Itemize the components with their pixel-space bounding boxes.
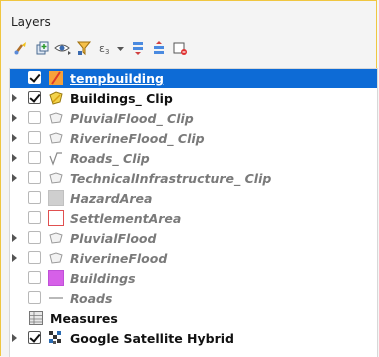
layer-row-buildings-clip[interactable]: Buildings_ Clip — [10, 89, 377, 108]
polygon-icon — [48, 130, 64, 146]
linestring-icon — [48, 150, 64, 166]
layer-visibility-checkbox[interactable] — [28, 151, 41, 164]
polygon-icon — [48, 110, 64, 126]
layer-visibility-checkbox[interactable] — [28, 211, 41, 224]
layer-visibility-checkbox[interactable] — [28, 291, 41, 304]
magenta-fill-icon — [48, 270, 64, 286]
layer-visibility-checkbox[interactable] — [28, 191, 41, 204]
layer-label: Roads_ Clip — [70, 151, 150, 166]
gray-fill-icon — [48, 190, 64, 206]
expand-arrow-icon[interactable] — [12, 94, 17, 102]
layer-visibility-checkbox[interactable] — [28, 111, 41, 124]
layer-visibility-checkbox[interactable] — [28, 251, 41, 264]
svg-text:3: 3 — [105, 48, 109, 56]
style-manager-icon[interactable] — [11, 38, 31, 58]
red-outline-icon — [48, 210, 64, 226]
layer-visibility-checkbox[interactable] — [28, 331, 41, 344]
layer-label: HazardArea — [70, 191, 153, 206]
layer-row-roads[interactable]: Roads — [10, 289, 377, 308]
layer-label: tempbuilding — [70, 71, 164, 86]
layer-visibility-checkbox[interactable] — [28, 271, 41, 284]
layer-label: Measures — [50, 311, 118, 326]
layer-visibility-checkbox[interactable] — [28, 131, 41, 144]
add-group-icon[interactable] — [32, 38, 52, 58]
collapse-all-icon[interactable] — [149, 38, 169, 58]
polygon-icon — [48, 90, 64, 106]
layer-label: TechnicalInfrastructure_ Clip — [70, 171, 272, 186]
layer-row-riverineflood[interactable]: RiverineFlood — [10, 249, 377, 268]
layer-row-google-satellite-hybrid[interactable]: Google Satellite Hybrid — [10, 329, 377, 348]
filter-legend-icon[interactable] — [74, 38, 94, 58]
expand-arrow-icon[interactable] — [12, 174, 17, 182]
expand-arrow-icon[interactable] — [12, 254, 17, 262]
chevron-down-icon[interactable] — [116, 38, 125, 58]
layer-label: RiverineFlood — [70, 251, 168, 266]
layer-label: Roads — [70, 291, 113, 306]
line-icon — [48, 70, 64, 86]
layer-row-riverineflood-clip[interactable]: RiverineFlood_ Clip — [10, 129, 377, 148]
expand-all-icon[interactable] — [128, 38, 148, 58]
layer-visibility-checkbox[interactable] — [28, 91, 41, 104]
raster-icon — [48, 330, 64, 346]
layer-row-buildings[interactable]: Buildings — [10, 269, 377, 288]
expand-arrow-icon[interactable] — [12, 334, 17, 342]
layer-row-pluvialflood-clip[interactable]: PluvialFlood_ Clip — [10, 109, 377, 128]
layers-toolbar: ε3 — [11, 38, 191, 58]
expand-arrow-icon[interactable] — [12, 234, 17, 242]
layer-label: Buildings_ Clip — [70, 91, 173, 106]
layer-visibility-checkbox[interactable] — [28, 71, 41, 84]
layer-visibility-checkbox[interactable] — [28, 171, 41, 184]
layer-row-pluvialflood[interactable]: PluvialFlood — [10, 229, 377, 248]
table-icon — [28, 310, 44, 326]
expand-arrow-icon[interactable] — [12, 134, 17, 142]
layer-label: PluvialFlood — [70, 231, 157, 246]
layer-label: PluvialFlood_ Clip — [70, 111, 194, 126]
filter-expression-icon[interactable]: ε3 — [95, 38, 115, 58]
layer-label: Buildings — [70, 271, 136, 286]
dash-line-icon — [48, 290, 64, 306]
layer-label: SettlementArea — [70, 211, 182, 226]
expand-arrow-icon[interactable] — [12, 154, 17, 162]
layer-row-technicalinfrastructure-clip[interactable]: TechnicalInfrastructure_ Clip — [10, 169, 377, 188]
layer-label: Google Satellite Hybrid — [70, 331, 235, 346]
layer-row-measures[interactable]: Measures — [10, 309, 377, 328]
polygon-icon — [48, 230, 64, 246]
polygon-icon — [48, 170, 64, 186]
layer-label: RiverineFlood_ Clip — [70, 131, 205, 146]
layer-tree: tempbuilding Buildings_ Clip PluvialFloo… — [9, 68, 378, 357]
remove-layer-icon[interactable] — [170, 38, 190, 58]
layer-row-hazardarea[interactable]: HazardArea — [10, 189, 377, 208]
panel-title: Layers — [11, 15, 51, 29]
polygon-icon — [48, 250, 64, 266]
manage-visibility-icon[interactable] — [53, 38, 73, 58]
expand-arrow-icon[interactable] — [12, 114, 17, 122]
layers-panel: Layers ε3 tempbuilding Buildings_ Clip P… — [0, 0, 378, 357]
layer-row-settlementarea[interactable]: SettlementArea — [10, 209, 377, 228]
layer-visibility-checkbox[interactable] — [28, 231, 41, 244]
layer-row-roads-clip[interactable]: Roads_ Clip — [10, 149, 377, 168]
layer-row-tempbuilding[interactable]: tempbuilding — [10, 69, 377, 88]
